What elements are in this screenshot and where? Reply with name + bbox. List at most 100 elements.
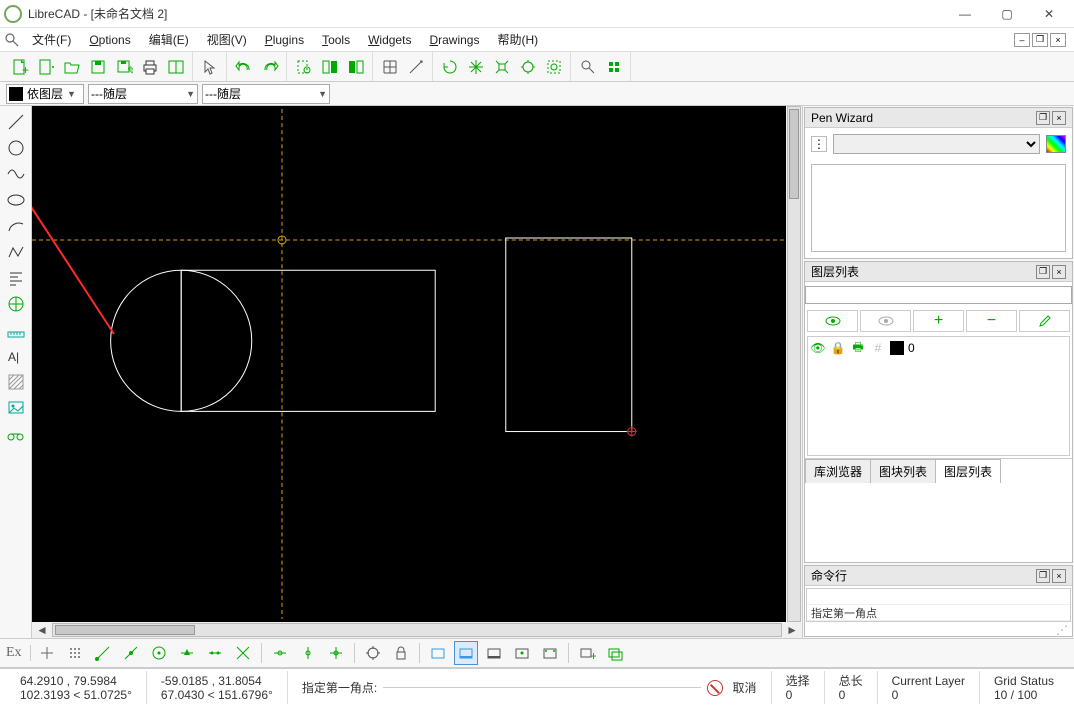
layer-list[interactable]: 👁 🔒 🖶 # 0: [807, 336, 1070, 456]
color-combo[interactable]: 依图层▼: [6, 84, 84, 104]
menu-options[interactable]: Options: [81, 31, 138, 49]
panel-close-button[interactable]: ×: [1052, 569, 1066, 583]
restrict-horizontal-button[interactable]: [268, 641, 292, 665]
draft-mode-button[interactable]: [404, 55, 428, 79]
save-button[interactable]: [86, 55, 110, 79]
dimension-tool[interactable]: [2, 292, 30, 316]
ellipse-tool[interactable]: [2, 188, 30, 212]
menu-edit[interactable]: 编辑(E): [141, 29, 197, 50]
new-doc-button[interactable]: [34, 55, 58, 79]
horizontal-scrollbar[interactable]: ◄ ►: [32, 622, 802, 638]
selection-mode-2-button[interactable]: [454, 641, 478, 665]
minimize-button[interactable]: —: [944, 0, 986, 28]
text-tool[interactable]: A|: [2, 344, 30, 368]
print-icon[interactable]: 🖶: [850, 340, 866, 356]
layer-visibility-button[interactable]: [603, 641, 627, 665]
polyline-tool[interactable]: [2, 240, 30, 264]
resize-grip[interactable]: ⋰: [805, 624, 1072, 636]
menu-tools[interactable]: Tools: [314, 31, 358, 49]
arc-tool[interactable]: [2, 214, 30, 238]
snap-intersection-button[interactable]: [231, 641, 255, 665]
open-button[interactable]: [60, 55, 84, 79]
zoom-in-button[interactable]: [292, 55, 316, 79]
add-layer-button[interactable]: +: [575, 641, 599, 665]
menu-file[interactable]: 文件(F): [24, 29, 79, 50]
menu-plugins[interactable]: Plugins: [257, 31, 312, 49]
lock-icon[interactable]: 🔒: [830, 340, 846, 356]
grid-toggle-button[interactable]: [378, 55, 402, 79]
tab-library[interactable]: 库浏览器: [805, 459, 871, 483]
selection-mode-5-button[interactable]: [538, 641, 562, 665]
redo-button[interactable]: [258, 55, 282, 79]
zoom-auto-button[interactable]: [490, 55, 514, 79]
zoom-prev-button[interactable]: [516, 55, 540, 79]
maximize-button[interactable]: ▢: [986, 0, 1028, 28]
tab-blocks[interactable]: 图块列表: [870, 459, 936, 483]
layer-remove-button[interactable]: −: [966, 310, 1017, 332]
cancel-label[interactable]: 取消: [733, 681, 757, 695]
zoom-pan-button[interactable]: [318, 55, 342, 79]
panel-float-button[interactable]: ❐: [1036, 111, 1050, 125]
zoom-window-button[interactable]: [344, 55, 368, 79]
close-button[interactable]: ✕: [1028, 0, 1070, 28]
construction-icon[interactable]: #: [870, 340, 886, 356]
restrict-ortho-button[interactable]: [324, 641, 348, 665]
snap-onentity-button[interactable]: [119, 641, 143, 665]
print-button[interactable]: [138, 55, 162, 79]
selection-mode-1-button[interactable]: [426, 641, 450, 665]
cancel-icon[interactable]: [707, 680, 723, 696]
snap-free-button[interactable]: [35, 641, 59, 665]
drawing-canvas[interactable]: [32, 106, 786, 622]
curve-tool[interactable]: [2, 162, 30, 186]
layer-row-0[interactable]: 👁 🔒 🖶 # 0: [810, 339, 1067, 357]
menu-view[interactable]: 视图(V): [199, 29, 255, 50]
pen-select[interactable]: [833, 134, 1040, 154]
undo-button[interactable]: [232, 55, 256, 79]
panel-close-button[interactable]: ×: [1052, 111, 1066, 125]
snap-middle-button[interactable]: [175, 641, 199, 665]
menu-help[interactable]: 帮助(H): [489, 29, 546, 50]
search-icon[interactable]: [4, 32, 20, 48]
menu-widgets[interactable]: Widgets: [360, 31, 419, 49]
zoom-redraw-button[interactable]: [438, 55, 462, 79]
line-tool[interactable]: [2, 110, 30, 134]
save-as-button[interactable]: ✎: [112, 55, 136, 79]
mdi-minimize[interactable]: –: [1014, 33, 1030, 47]
panel-float-button[interactable]: ❐: [1036, 569, 1050, 583]
text-align-tool[interactable]: [2, 266, 30, 290]
image-tool[interactable]: [2, 396, 30, 420]
restrict-vertical-button[interactable]: [296, 641, 320, 665]
selection-mode-3-button[interactable]: [482, 641, 506, 665]
pen-menu-button[interactable]: ⋮: [811, 136, 827, 152]
mdi-restore[interactable]: ❐: [1032, 33, 1048, 47]
mdi-close[interactable]: ×: [1050, 33, 1066, 47]
snap-distance-button[interactable]: [203, 641, 227, 665]
vertical-scrollbar[interactable]: [786, 106, 802, 622]
lock-relative-zero-button[interactable]: [389, 641, 413, 665]
snap-endpoint-button[interactable]: [91, 641, 115, 665]
layer-show-all-button[interactable]: [807, 310, 858, 332]
menu-drawings[interactable]: Drawings: [421, 31, 487, 49]
hatch-tool[interactable]: [2, 370, 30, 394]
palette-button[interactable]: [1046, 135, 1066, 153]
attributes-button[interactable]: [576, 55, 600, 79]
eye-icon[interactable]: 👁: [810, 340, 826, 356]
print-preview-button[interactable]: [164, 55, 188, 79]
layer-edit-button[interactable]: [1019, 310, 1070, 332]
new-button[interactable]: +: [8, 55, 32, 79]
layer-filter-input[interactable]: [805, 286, 1072, 304]
selection-mode-4-button[interactable]: [510, 641, 534, 665]
relative-zero-button[interactable]: [361, 641, 385, 665]
tab-layers[interactable]: 图层列表: [935, 459, 1001, 483]
pointer-button[interactable]: [198, 55, 222, 79]
linetype-combo[interactable]: ---随层▼: [202, 84, 330, 104]
ex-mode-label[interactable]: Ex: [6, 645, 31, 661]
layer-hide-all-button[interactable]: [860, 310, 911, 332]
panel-close-button[interactable]: ×: [1052, 265, 1066, 279]
settings-button[interactable]: [602, 55, 626, 79]
linewidth-combo[interactable]: ---随层▼: [88, 84, 198, 104]
snap-grid-button[interactable]: [63, 641, 87, 665]
block-tool[interactable]: [2, 422, 30, 446]
circle-tool[interactable]: [2, 136, 30, 160]
panel-float-button[interactable]: ❐: [1036, 265, 1050, 279]
